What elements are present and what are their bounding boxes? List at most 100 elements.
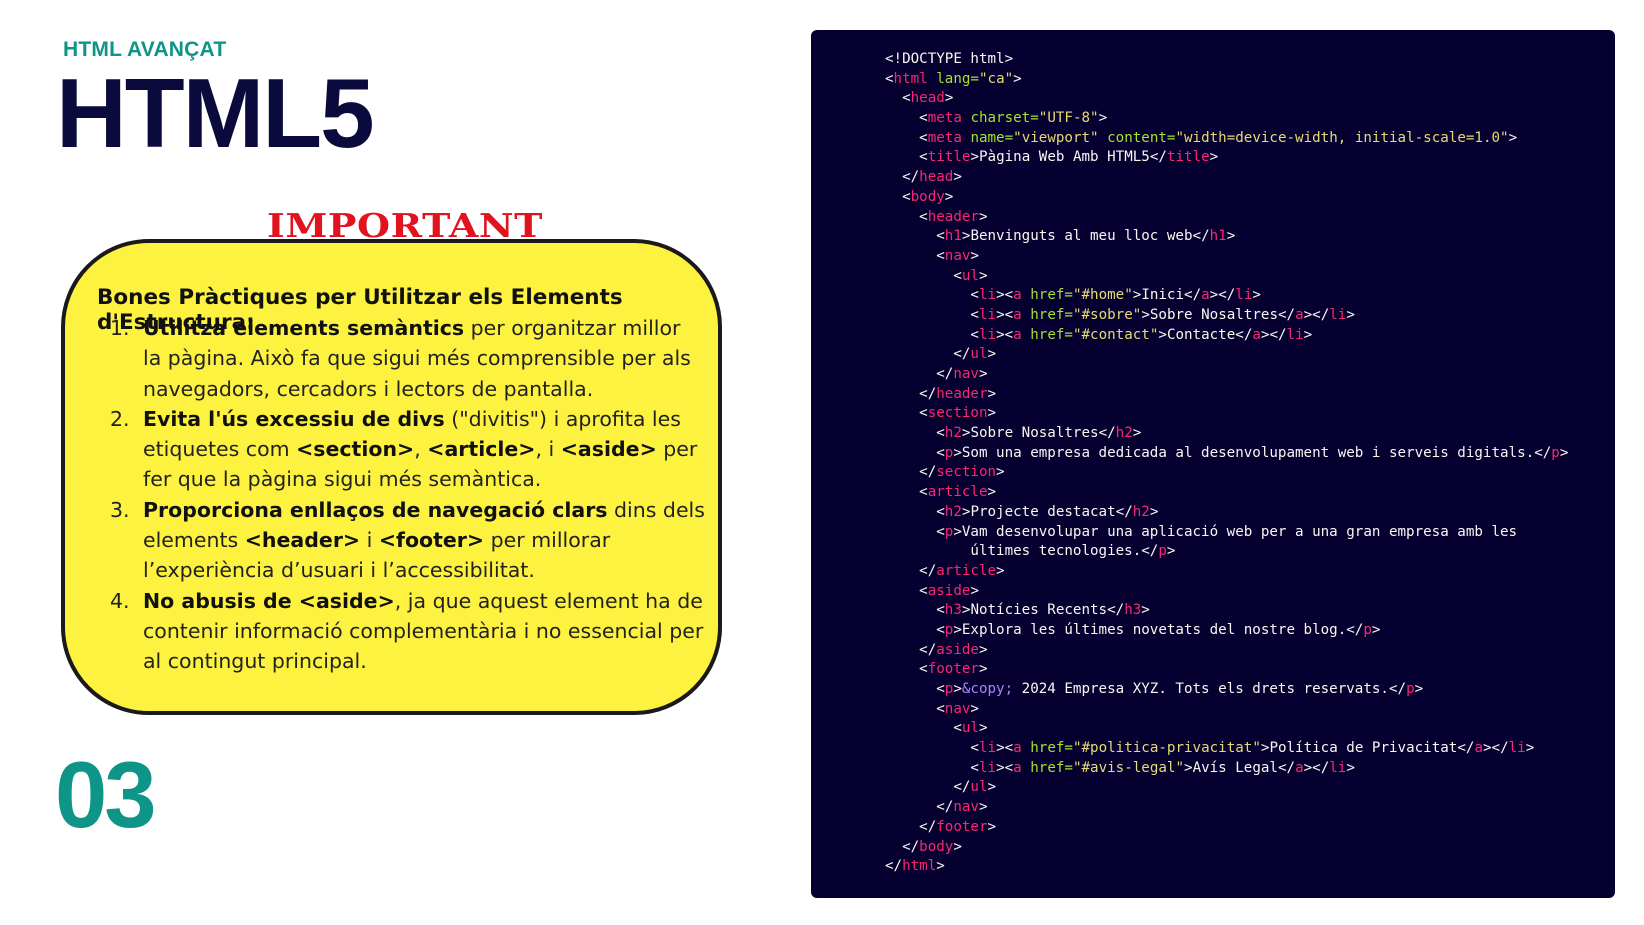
code-string: "#politica-privacitat" — [1072, 740, 1261, 757]
code-line: <body> — [885, 188, 1568, 208]
code-punctuation: > — [970, 247, 979, 264]
code-text: Som una empresa dedicada al desenvolupam… — [961, 444, 1535, 461]
code-line: </footer> — [885, 818, 1568, 838]
code-attribute: href= — [1030, 740, 1073, 757]
code-tag-name: meta — [927, 129, 962, 146]
code-tag-name: section — [927, 405, 988, 422]
code-punctuation: </ — [885, 858, 903, 875]
code-tag-name: head — [910, 90, 945, 107]
code-punctuation: > — [970, 149, 979, 166]
code-line: </ul> — [885, 345, 1568, 365]
code-line: <!DOCTYPE html> — [885, 50, 1568, 70]
list-item: 3. Proporciona enllaços de navegació clar… — [110, 495, 705, 586]
code-punctuation: > — [1141, 306, 1150, 323]
item-bold-text: Evita l'ús excessiu de divs — [143, 406, 445, 431]
code-punctuation: > — [944, 188, 954, 205]
code-punctuation: > — [1158, 326, 1167, 343]
code-tag-name: nav — [953, 366, 979, 382]
code-tag-name: h3 — [1124, 602, 1142, 619]
code-punctuation: > — [953, 621, 962, 638]
code-punctuation: > — [987, 779, 997, 796]
code-punctuation: </ — [1388, 681, 1407, 697]
code-punctuation: ></ — [1209, 287, 1236, 304]
code-punctuation: </ — [1534, 444, 1552, 461]
code-punctuation: </ — [885, 366, 954, 382]
code-line: <meta charset="UTF-8"> — [885, 109, 1568, 129]
code-line: <footer> — [885, 660, 1568, 680]
code-punctuation: > — [1525, 740, 1535, 757]
code-tag-name: a — [1013, 326, 1022, 343]
code-punctuation — [1099, 130, 1108, 146]
code-attribute: charset= — [970, 110, 1039, 127]
code-line: </section> — [885, 463, 1568, 483]
code-punctuation: < — [885, 287, 979, 304]
code-tag-name: a — [1013, 740, 1022, 757]
code-punctuation: > — [953, 681, 962, 697]
code-line: <ul> — [885, 267, 1568, 287]
code-punctuation — [1022, 740, 1031, 756]
code-punctuation: > — [970, 700, 979, 717]
code-tag-name: h2 — [944, 425, 962, 442]
code-tag-name: h3 — [944, 602, 962, 619]
code-punctuation: > — [1166, 543, 1176, 560]
code-attribute: href= — [1030, 287, 1073, 304]
code-punctuation: < — [885, 503, 945, 520]
code-punctuation: > — [996, 464, 1005, 481]
item-number: 2. — [110, 406, 130, 431]
code-punctuation: > — [1303, 326, 1313, 343]
code-punctuation: </ — [1346, 621, 1364, 638]
code-punctuation: > — [953, 444, 962, 461]
code-punctuation: > — [1346, 306, 1355, 323]
code-punctuation: > — [1209, 149, 1219, 166]
code-punctuation: > — [978, 366, 988, 382]
code-tag-name: li — [1235, 287, 1253, 304]
code-punctuation: < — [885, 110, 928, 127]
code-tag-name: title — [1166, 149, 1210, 166]
code-tag-name: a — [1013, 287, 1022, 304]
code-tag-name: p — [1406, 681, 1415, 697]
code-punctuation: > — [987, 385, 997, 402]
code-panel: <!DOCTYPE html> <html lang="ca"> <head> <… — [811, 30, 1615, 898]
code-tag-name: li — [1329, 759, 1347, 776]
code-punctuation: < — [885, 425, 945, 442]
code-punctuation: > — [936, 858, 945, 875]
code-tag-name: h2 — [944, 503, 962, 520]
code-punctuation: >< — [996, 740, 1014, 757]
code-punctuation: < — [885, 306, 979, 323]
code-line: </nav> — [885, 798, 1568, 818]
code-punctuation: > — [978, 661, 988, 678]
code-text: Projecte destacat — [970, 503, 1116, 520]
code-punctuation: > — [978, 799, 988, 816]
code-text: Explora les últimes novetats del nostre … — [961, 621, 1347, 638]
code-text: 2024 Empresa XYZ. Tots els drets reserva… — [1013, 681, 1389, 697]
code-punctuation: < — [885, 621, 945, 638]
code-punctuation: < — [885, 188, 911, 205]
code-punctuation: </ — [1277, 759, 1296, 776]
item-number: 1. — [110, 316, 130, 340]
code-line: <p>Som una empresa dedicada al desenvolu… — [885, 444, 1568, 464]
code-punctuation: < — [885, 523, 945, 540]
code-punctuation: > — [1184, 759, 1193, 776]
code-tag-name: li — [1329, 306, 1347, 323]
code-tag-name: p — [1158, 543, 1167, 560]
code-punctuation: > — [953, 838, 962, 855]
code-line: <meta name="viewport" content="width=dev… — [885, 129, 1568, 149]
code-tag-name: body — [910, 188, 945, 205]
code-tag-name: a — [1474, 740, 1483, 757]
code-punctuation: </ — [1098, 425, 1116, 442]
code-tag-footer: <footer> — [378, 528, 485, 553]
code-line: <h1>Benvinguts al meu lloc web</h1> — [885, 227, 1568, 247]
item-number: 3. — [110, 497, 130, 522]
code-line: <li><a href="#sobre">Sobre Nosaltres</a>… — [885, 306, 1568, 326]
code-punctuation: ></ — [1483, 740, 1509, 757]
code-punctuation: > — [1346, 759, 1355, 776]
code-punctuation: </ — [885, 562, 937, 579]
code-tag-name: html — [893, 70, 928, 87]
item-bold-text: No abusis de <aside> — [143, 588, 395, 613]
code-line: </ul> — [885, 778, 1568, 798]
code-tag-name: a — [1295, 759, 1304, 776]
code-attribute: href= — [1030, 326, 1073, 343]
code-line: últimes tecnologies.</p> — [885, 542, 1568, 562]
code-punctuation: </ — [1115, 503, 1133, 520]
code-text: Notícies Recents — [970, 602, 1108, 619]
